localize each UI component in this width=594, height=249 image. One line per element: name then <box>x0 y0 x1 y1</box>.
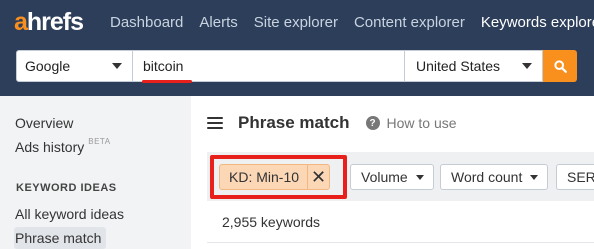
volume-filter-button[interactable]: Volume <box>350 164 434 190</box>
main-nav: Dashboard Alerts Site explorer Content e… <box>110 14 594 31</box>
nav-site-explorer[interactable]: Site explorer <box>254 14 338 31</box>
hamburger-icon[interactable] <box>207 117 223 129</box>
keyword-count: 2,955 keywords <box>222 214 321 230</box>
query-red-underline <box>142 80 192 83</box>
keyword-query-text: bitcoin <box>143 58 184 74</box>
sidebar: Overview Ads history BETA KEYWORD IDEAS A… <box>0 96 191 249</box>
divider <box>207 242 594 243</box>
sidebar-item-overview[interactable]: Overview <box>15 115 73 131</box>
filter-label: SER <box>567 169 594 185</box>
serp-filter-button[interactable]: SER <box>556 164 594 190</box>
country-value: United States <box>416 58 501 74</box>
kd-filter-label: KD: Min-10 <box>229 169 300 185</box>
keyword-ideas-heading: KEYWORD IDEAS <box>16 182 117 194</box>
sidebar-item-phrase-match[interactable]: Phrase match <box>14 227 107 249</box>
word-count-filter-button[interactable]: Word count <box>440 164 549 190</box>
chevron-down-icon <box>522 63 532 69</box>
search-engine-value: Google <box>25 58 71 74</box>
nav-alerts[interactable]: Alerts <box>199 14 237 31</box>
top-navigation-bar: ahrefs Dashboard Alerts Site explorer Co… <box>0 0 594 96</box>
kd-filter-chip[interactable]: KD: Min-10 ✕ <box>219 164 331 190</box>
chevron-down-icon <box>112 63 122 69</box>
nav-keywords-explorer[interactable]: Keywords explorer <box>481 14 594 31</box>
filter-bar: KD: Min-10 ✕ Volume Word count SER <box>207 152 594 201</box>
sidebar-item-ads-history[interactable]: Ads history BETA <box>15 137 111 155</box>
search-icon <box>553 59 567 73</box>
chevron-down-icon <box>530 174 539 180</box>
chevron-down-icon <box>415 174 424 180</box>
search-bar: Google bitcoin United States <box>16 50 577 83</box>
country-select[interactable]: United States <box>405 50 543 82</box>
search-button[interactable] <box>543 50 577 82</box>
ahrefs-logo[interactable]: ahrefs <box>14 8 84 37</box>
beta-badge: BETA <box>88 137 111 146</box>
main-content: Phrase match ? How to use KD: Min-10 ✕ V… <box>191 96 594 249</box>
nav-content-explorer[interactable]: Content explorer <box>354 14 465 31</box>
question-icon[interactable]: ? <box>365 116 380 130</box>
close-icon[interactable]: ✕ <box>307 165 329 189</box>
page-title: Phrase match <box>238 113 350 132</box>
keyword-search-input[interactable]: bitcoin <box>133 50 405 83</box>
nav-dashboard[interactable]: Dashboard <box>110 14 183 31</box>
sidebar-item-all-keyword-ideas[interactable]: All keyword ideas <box>15 206 124 222</box>
how-to-use-link[interactable]: How to use <box>387 115 457 131</box>
filter-label: Volume <box>361 169 408 185</box>
sidebar-item-label: Ads history <box>15 139 85 155</box>
filter-label: Word count <box>451 169 523 185</box>
page-header: Phrase match ? How to use <box>207 113 457 133</box>
search-engine-select[interactable]: Google <box>16 50 133 82</box>
